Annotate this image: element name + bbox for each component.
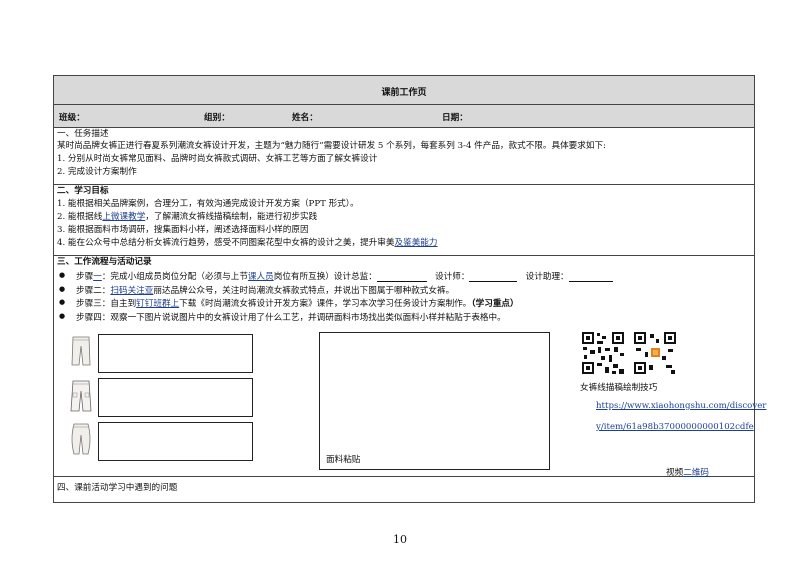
class-label: 班级：: [59, 113, 85, 123]
task-item-1: 1. 分别从时尚女裤常见面料、品牌时尚女裤款式调研、女裤工艺等方面了解女裤设计: [57, 154, 378, 164]
video-link-line-1[interactable]: https://www.xiaohongshu.com/discover: [596, 401, 766, 411]
info-row: 班级： 组别： 姓名： 日期：: [54, 105, 754, 128]
step-2-text: 丽达品牌公众号，关注时尚潮流女裤款式特点，并说出下图属于哪种款式女裤。: [153, 286, 455, 296]
bullet-icon: ●: [59, 285, 66, 293]
step-1-label: 步骤: [76, 272, 94, 282]
answer-box-2[interactable]: [98, 378, 253, 417]
goal-item-3: 3. 能根据面料市场调研，搜集面料小样，阐述选择面料小样的原因: [57, 225, 309, 235]
goal-item-1: 1. 能根据相关品牌案例，合理分工，有效沟通完成设计开发方案（PPT 形式）。: [57, 199, 359, 209]
goals-heading: 二、学习目标: [57, 186, 109, 196]
goal-item-2-text-b: ，了解潮流女裤线描稿绘制，能进行初步实践: [145, 212, 318, 222]
task-description: 某时尚品牌女裤正进行春夏系列潮流女裤设计开发，主题为“魅力随行”需要设计研发 5…: [57, 141, 606, 151]
step-1-assistant: 设计助理：: [525, 272, 569, 282]
step-1-designer: 设计师：: [435, 272, 470, 282]
process-heading: 三、工作流程与活动记录: [57, 257, 152, 267]
worksheet-table: 课前工作页 班级： 组别： 姓名： 日期： 一、任务描述 某时尚品牌女裤正进行春…: [53, 75, 766, 504]
pants-sketch-3: [71, 423, 91, 455]
bullet-icon: ●: [59, 271, 66, 279]
process-section: 三、工作流程与活动记录 ● 步骤一：完成小组成员岗位分配（必须与上节课人员岗位有…: [54, 256, 766, 478]
goal-item-2-text-a: 2. 能根据线: [57, 212, 103, 222]
qr-code-icon: [581, 331, 625, 375]
name-label: 姓名：: [292, 113, 318, 123]
designer-blank[interactable]: [469, 273, 518, 282]
step-1: 步骤一：完成小组成员岗位分配（必须与上节课人员岗位有所互换）设计总监： 设计师：…: [76, 270, 613, 282]
step-1-text: ：完成小组成员岗位分配（必须与上节: [101, 272, 248, 282]
step-2-highlight: 扫码关注亚: [110, 286, 154, 296]
goals-section: 二、学习目标 1. 能根据相关品牌案例，合理分工，有效沟通完成设计开发方案（PP…: [54, 185, 754, 256]
task-heading: 一、任务描述: [57, 129, 109, 139]
step-1-director: 岗位有所互换）设计总监：: [273, 272, 377, 282]
date-label: 日期：: [442, 113, 468, 123]
answer-box-1[interactable]: [98, 334, 253, 373]
step-3-highlight: 钉钉班群上: [136, 299, 180, 309]
goal-item-2: 2. 能根据线上微课教学，了解潮流女裤线描稿绘制，能进行初步实践: [57, 212, 317, 223]
bullet-icon: ●: [59, 312, 66, 320]
issues-section: 四、课前活动学习中遇到的问题: [54, 477, 754, 504]
step-3-text: 下载《时尚潮流女裤设计开发方案》课件，学习本次学习任务设计方案制作。: [179, 299, 472, 309]
bullet-icon: ●: [59, 298, 66, 306]
video-link-line-2[interactable]: y/item/61a98b37000000000102cdfe: [596, 422, 754, 432]
step-3: 步骤三：自主到钉钉班群上下载《时尚潮流女裤设计开发方案》课件，学习本次学习任务设…: [76, 297, 519, 309]
step-3-label: 步骤三：自主到: [76, 299, 137, 309]
step-1-highlight-2: 课人员: [247, 272, 274, 282]
pants-sketch-1: [71, 336, 91, 366]
director-blank[interactable]: [376, 273, 427, 282]
goal-item-4: 4. 能在公众号中总结分析女裤流行趋势，感受不同图案花型中女裤的设计之美，提升审…: [57, 238, 437, 249]
step-1-highlight: 一: [93, 272, 102, 282]
answer-box-3[interactable]: [98, 422, 253, 461]
page-number: 10: [393, 533, 407, 546]
step-2-label: 步骤二：: [76, 286, 111, 296]
step-3-key-point: （学习重点）: [471, 299, 519, 309]
pants-sketch-2: [70, 380, 92, 412]
qr-code-icon: [633, 331, 677, 375]
step-2: 步骤二：扫码关注亚丽达品牌公众号，关注时尚潮流女裤款式特点，并说出下图属于哪种款…: [76, 284, 454, 296]
fabric-label: 面料粘贴: [326, 455, 361, 465]
assistant-blank[interactable]: [568, 273, 613, 282]
task-item-2: 2. 完成设计方案制作: [57, 167, 137, 177]
step-4: 步骤四：观察一下图片说说图片中的女裤设计用了什么工艺，并调研面料市场找出类似面料…: [76, 313, 506, 323]
goal-item-2-highlight: 上微课教学: [102, 212, 146, 222]
title-row: 课前工作页: [54, 76, 754, 105]
issues-heading: 四、课前活动学习中遇到的问题: [57, 483, 178, 493]
page-title: 课前工作页: [381, 88, 427, 98]
qr-caption: 女裤线描稿绘制技巧: [580, 383, 658, 393]
fabric-paste-box[interactable]: 面料粘贴: [319, 332, 550, 470]
task-section: 一、任务描述 某时尚品牌女裤正进行春夏系列潮流女裤设计开发，主题为“魅力随行”需…: [54, 128, 754, 185]
group-label: 组别：: [204, 113, 230, 123]
goal-item-4-text: 4. 能在公众号中总结分析女裤流行趋势，感受不同图案花型中女裤的设计之美，提升审…: [57, 238, 395, 248]
goal-item-4-highlight: 及鉴美能力: [394, 238, 438, 248]
